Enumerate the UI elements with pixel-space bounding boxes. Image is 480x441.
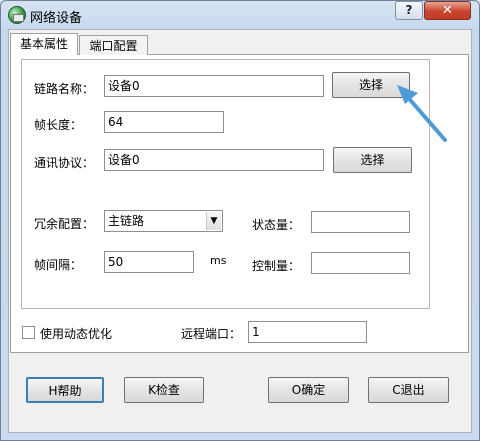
frame-length-label: 帧长度： <box>34 118 83 132</box>
dynamic-optimization-checkbox[interactable] <box>22 326 35 339</box>
redundancy-select[interactable]: 主链路 ▼ <box>104 210 223 232</box>
remote-port-field[interactable]: 1 <box>248 321 367 343</box>
tab-port-config[interactable]: 端口配置 <box>79 35 148 55</box>
frame-interval-label: 帧间隔： <box>34 258 83 272</box>
help-button[interactable]: H帮助 <box>26 377 104 403</box>
protocol-select-button[interactable]: 选择 <box>333 147 412 173</box>
frame-interval-unit: ms <box>210 254 227 267</box>
frame-interval-field[interactable]: 50 <box>104 251 194 273</box>
help-title-button[interactable]: ? <box>395 1 423 20</box>
frame-length-field[interactable]: 64 <box>104 111 224 133</box>
tab-basic-properties[interactable]: 基本属性 <box>10 33 78 55</box>
control-label: 控制量： <box>252 259 301 273</box>
dynamic-optimization-label: 使用动态优化 <box>40 327 113 341</box>
redundancy-select-value: 主链路 <box>108 214 145 228</box>
chevron-down-icon[interactable]: ▼ <box>206 212 221 230</box>
redundancy-label: 冗余配置： <box>34 217 95 231</box>
protocol-label: 通讯协议： <box>34 156 95 170</box>
control-field[interactable] <box>311 252 410 274</box>
status-field[interactable] <box>311 211 410 233</box>
network-device-icon-badge <box>13 14 24 22</box>
check-button[interactable]: K检查 <box>124 377 204 403</box>
link-name-field[interactable]: 设备0 <box>104 75 324 97</box>
ok-button[interactable]: O确定 <box>268 377 349 403</box>
window-title: 网络设备 <box>30 11 83 26</box>
cancel-button[interactable]: C退出 <box>368 377 449 403</box>
link-name-select-button[interactable]: 选择 <box>332 72 410 98</box>
protocol-field[interactable]: 设备0 <box>104 149 324 171</box>
remote-port-label: 远程端口： <box>181 327 242 341</box>
status-label: 状态量： <box>252 218 301 232</box>
close-button[interactable]: ✕ <box>424 1 471 20</box>
link-name-label: 链路名称： <box>34 82 95 96</box>
